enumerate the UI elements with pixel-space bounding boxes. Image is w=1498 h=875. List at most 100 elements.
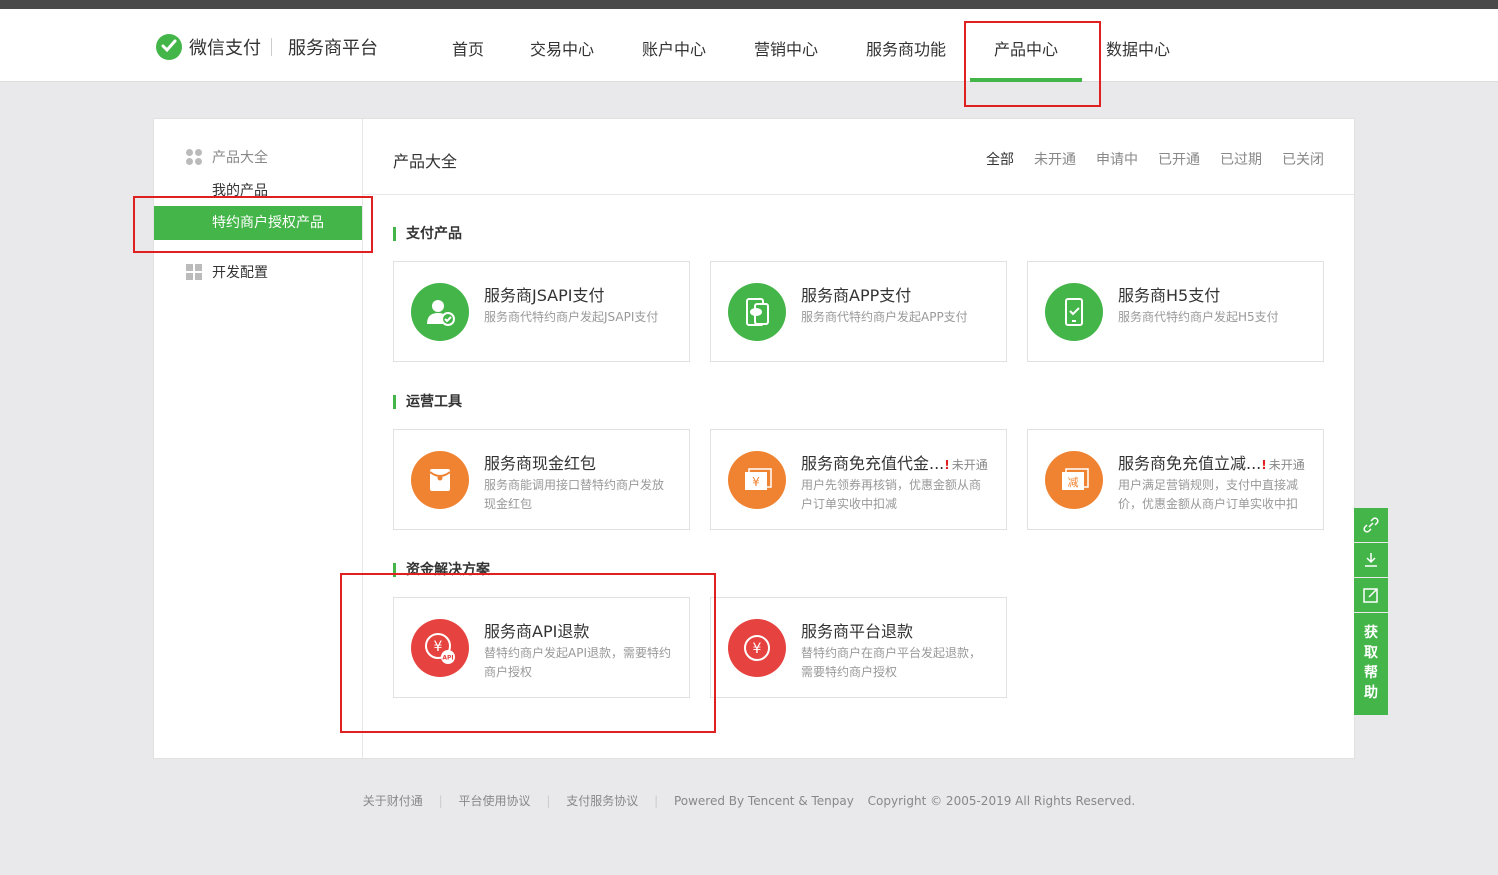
nav-trade-center[interactable]: 交易中心 xyxy=(506,9,618,82)
product-name: 服务商H5支付 xyxy=(1118,286,1221,305)
product-desc: 替特约商户发起API退款，需要特约商户授权 xyxy=(484,646,671,679)
product-name: 服务商JSAPI支付 xyxy=(484,286,605,305)
user-check-icon xyxy=(411,283,469,341)
link-icon xyxy=(1363,517,1379,533)
sidebar-item-authorized-products[interactable]: 特约商户授权产品 xyxy=(154,206,362,240)
filter-not-opened[interactable]: 未开通 xyxy=(1034,149,1076,169)
product-card-api-refund[interactable]: ¥ API 服务商API退款 替特约商户发起API退款，需要特约商户授权 xyxy=(393,597,690,698)
sidebar-item-my-products[interactable]: 我的产品 xyxy=(212,180,268,200)
footer-divider: | xyxy=(654,794,659,808)
status-badge: ! 未开通 xyxy=(944,458,988,472)
filter-all[interactable]: 全部 xyxy=(986,149,1014,169)
help-char: 助 xyxy=(1364,685,1378,701)
nav-data-center[interactable]: 数据中心 xyxy=(1082,9,1194,82)
filter-closed[interactable]: 已关闭 xyxy=(1282,149,1324,169)
content-area: 产品大全 全部 未开通 申请中 已开通 已过期 已关闭 支付产品 服务商JSAP… xyxy=(363,119,1354,758)
logo[interactable]: 微信支付 服务商平台 xyxy=(155,33,378,61)
main-nav: 首页 交易中心 账户中心 营销中心 服务商功能 产品中心 数据中心 xyxy=(430,9,1194,82)
product-name: 服务商APP支付 xyxy=(801,286,912,305)
content-header: 产品大全 全部 未开通 申请中 已开通 已过期 已关闭 xyxy=(363,119,1354,195)
footer: 关于财付通 | 平台使用协议 | 支付服务协议 | Powered By Ten… xyxy=(0,792,1498,809)
product-desc: 服务商能调用接口替特约商户发放现金红包 xyxy=(484,478,665,511)
product-desc: 替特约商户在商户平台发起退款，需要特约商户授权 xyxy=(801,646,982,679)
svg-text:减: 减 xyxy=(1068,476,1079,489)
edit-icon xyxy=(1363,588,1378,603)
product-name: 服务商免充值代金...! 未开通 xyxy=(801,450,988,474)
phone-check-icon xyxy=(1045,283,1103,341)
dev-config-grid-icon xyxy=(186,264,202,280)
download-icon xyxy=(1365,553,1377,567)
product-card-jsapi[interactable]: 服务商JSAPI支付 服务商代特约商户发起JSAPI支付 xyxy=(393,261,690,362)
voucher-icon: ¥ xyxy=(728,451,786,509)
download-button[interactable] xyxy=(1354,543,1388,577)
svg-text:API: API xyxy=(442,655,453,662)
main-panel: 产品大全 我的产品 特约商户授权产品 开发配置 产品大全 全部 未开通 申请中 … xyxy=(153,118,1355,759)
app-pay-icon xyxy=(728,283,786,341)
link-button[interactable] xyxy=(1354,508,1388,542)
get-help-button[interactable]: 获 取 帮 助 xyxy=(1354,613,1388,715)
product-name-text: 服务商免充值立减... xyxy=(1118,454,1262,473)
page-title: 产品大全 xyxy=(393,152,458,171)
wechat-pay-logo-icon xyxy=(156,34,182,60)
section-title-funds: 资金解决方案 xyxy=(393,563,490,577)
red-packet-icon xyxy=(411,451,469,509)
product-desc: 服务商代特约商户发起H5支付 xyxy=(1118,310,1279,324)
nav-marketing-center[interactable]: 营销中心 xyxy=(730,9,842,82)
help-char: 取 xyxy=(1364,645,1378,661)
nav-product-center[interactable]: 产品中心 xyxy=(970,9,1082,82)
product-card-platform-refund[interactable]: ¥ 服务商平台退款 替特约商户在商户平台发起退款，需要特约商户授权 xyxy=(710,597,1007,698)
footer-powered: Powered By Tencent & Tenpay xyxy=(673,794,854,808)
top-strip xyxy=(0,0,1498,9)
discount-icon: 减 xyxy=(1045,451,1103,509)
platform-name: 服务商平台 xyxy=(288,38,378,59)
footer-link-platform-agreement[interactable]: 平台使用协议 xyxy=(459,794,531,808)
footer-link-payment-agreement[interactable]: 支付服务协议 xyxy=(566,794,638,808)
product-name: 服务商API退款 xyxy=(484,622,590,641)
product-name: 服务商免充值立减...! 未开通 xyxy=(1118,450,1305,474)
svg-text:¥: ¥ xyxy=(753,641,762,657)
sidebar-group-dev-label: 开发配置 xyxy=(212,265,268,281)
product-card-app[interactable]: 服务商APP支付 服务商代特约商户发起APP支付 xyxy=(710,261,1007,362)
nav-provider-functions[interactable]: 服务商功能 xyxy=(842,9,970,82)
filter-opened[interactable]: 已开通 xyxy=(1158,149,1200,169)
refund-icon: ¥ xyxy=(728,619,786,677)
status-text: 未开通 xyxy=(951,458,988,472)
nav-account-center[interactable]: 账户中心 xyxy=(618,9,730,82)
section-title-payment: 支付产品 xyxy=(393,227,462,241)
filter-expired[interactable]: 已过期 xyxy=(1220,149,1262,169)
filter-applying[interactable]: 申请中 xyxy=(1096,149,1138,169)
product-name-text: 服务商免充值代金... xyxy=(801,454,945,473)
floating-toolbar: 获 取 帮 助 xyxy=(1354,508,1388,715)
edit-button[interactable] xyxy=(1354,578,1388,612)
header: 微信支付 服务商平台 首页 交易中心 账户中心 营销中心 服务商功能 产品中心 … xyxy=(0,9,1498,82)
status-filters: 全部 未开通 申请中 已开通 已过期 已关闭 xyxy=(966,149,1324,169)
logo-divider xyxy=(271,38,272,56)
footer-divider: | xyxy=(546,794,551,808)
sidebar: 产品大全 我的产品 特约商户授权产品 开发配置 xyxy=(154,119,363,758)
footer-copyright: Copyright © 2005-2019 All Rights Reserve… xyxy=(867,794,1136,808)
footer-divider: | xyxy=(438,794,443,808)
product-name: 服务商现金红包 xyxy=(484,454,597,473)
product-desc: 服务商代特约商户发起APP支付 xyxy=(801,310,968,324)
api-refund-icon: ¥ API xyxy=(411,619,469,677)
help-char: 帮 xyxy=(1364,665,1378,681)
brand-name: 微信支付 xyxy=(189,38,261,59)
svg-text:¥: ¥ xyxy=(752,475,760,489)
section-title-operations: 运营工具 xyxy=(393,395,462,409)
svg-text:¥: ¥ xyxy=(434,639,443,655)
products-grid-icon xyxy=(186,149,202,165)
footer-link-about[interactable]: 关于财付通 xyxy=(363,794,423,808)
help-char: 获 xyxy=(1364,625,1378,641)
product-card-discount[interactable]: 减 服务商免充值立减...! 未开通 用户满足营销规则，支付中直接减价，优惠金额从… xyxy=(1027,429,1324,530)
status-text: 未开通 xyxy=(1268,458,1305,472)
nav-home[interactable]: 首页 xyxy=(430,9,506,82)
sidebar-group-products: 产品大全 xyxy=(185,147,268,167)
product-desc: 服务商代特约商户发起JSAPI支付 xyxy=(484,310,659,324)
product-card-red-packet[interactable]: 服务商现金红包 服务商能调用接口替特约商户发放现金红包 xyxy=(393,429,690,530)
product-card-voucher[interactable]: ¥ 服务商免充值代金...! 未开通 用户先领券再核销，优惠金额从商户订单实收中扣… xyxy=(710,429,1007,530)
product-desc: 用户先领券再核销，优惠金额从商户订单实收中扣减 xyxy=(801,478,982,511)
product-name: 服务商平台退款 xyxy=(801,622,914,641)
product-desc: 用户满足营销规则，支付中直接减价，优惠金额从商户订单实收中扣 xyxy=(1118,478,1299,511)
sidebar-group-dev-config[interactable]: 开发配置 xyxy=(185,262,268,282)
product-card-h5[interactable]: 服务商H5支付 服务商代特约商户发起H5支付 xyxy=(1027,261,1324,362)
